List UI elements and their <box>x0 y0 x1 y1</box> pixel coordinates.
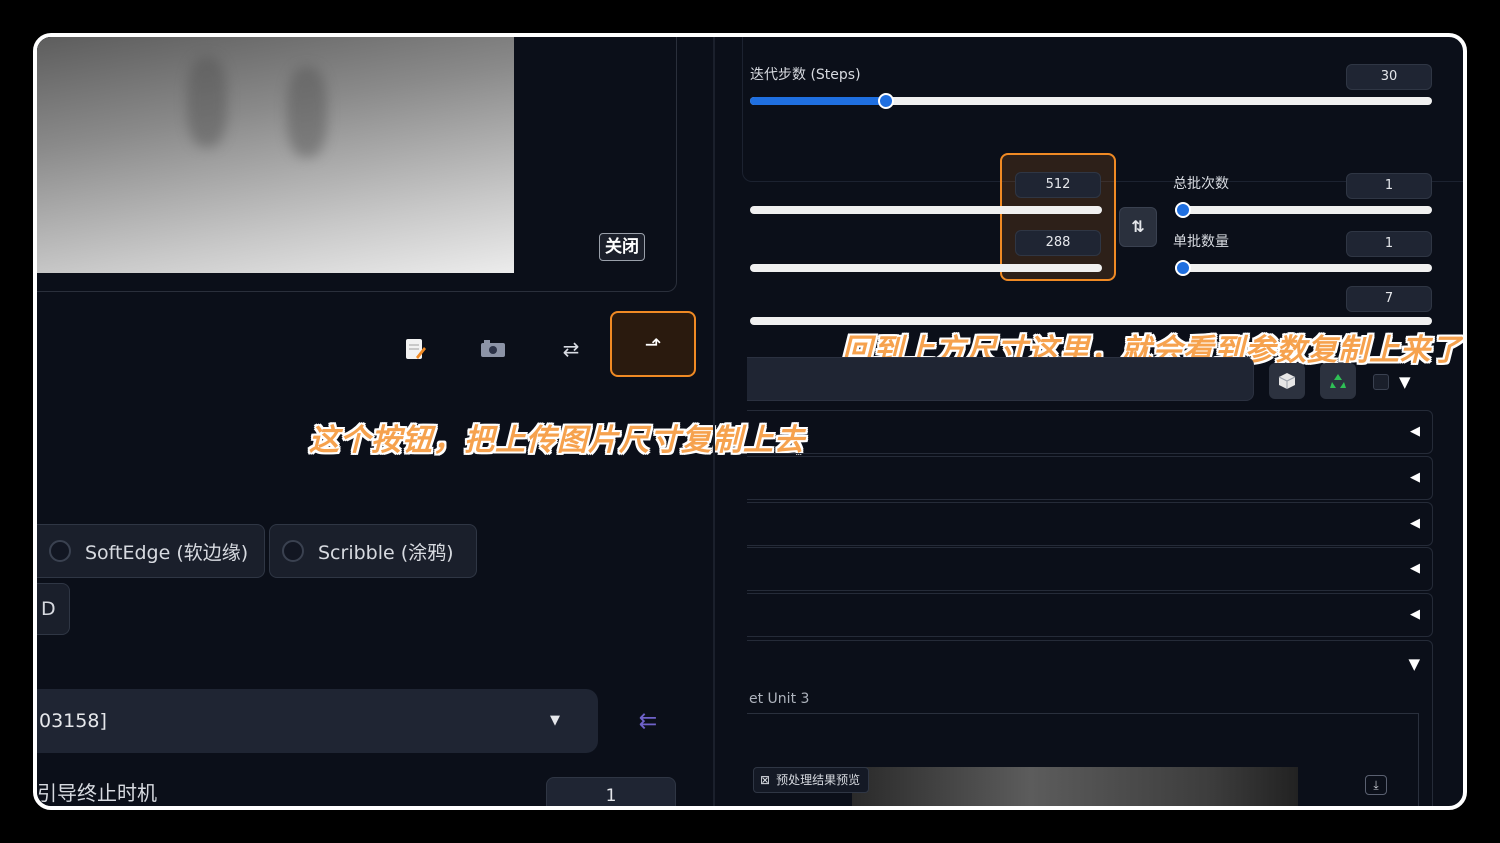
chevron-down-icon[interactable]: ▼ <box>1399 373 1411 391</box>
swap-icon[interactable]: ⇄ <box>551 329 591 369</box>
batch-size-input[interactable]: 1 <box>1346 231 1432 257</box>
steps-label: 迭代步数 (Steps) <box>750 67 861 83</box>
model-value: 03158] <box>39 710 107 732</box>
accordion-5[interactable]: ◀ <box>747 593 1433 637</box>
chevron-down-icon: ▼ <box>550 713 560 728</box>
preprocessor-preview-image <box>852 767 1298 806</box>
batch-count-slider[interactable] <box>1175 202 1432 218</box>
cfg-slider[interactable] <box>750 317 1432 325</box>
steps-slider[interactable] <box>750 93 1432 109</box>
image-upload-panel: 关闭 <box>37 37 677 292</box>
batch-count-input[interactable]: 1 <box>1346 173 1432 199</box>
steps-input[interactable]: 30 <box>1346 64 1432 90</box>
chevron-down-icon[interactable]: ▼ <box>1408 655 1420 673</box>
batch-size-label: 单批数量 <box>1173 234 1229 250</box>
chevron-left-icon: ◀ <box>1410 607 1420 622</box>
chevron-left-icon: ◀ <box>1410 424 1420 439</box>
seed-input[interactable] <box>747 357 1254 401</box>
height-slider[interactable] <box>750 264 1102 272</box>
batch-count-label: 总批次数 <box>1173 176 1229 192</box>
slider-thumb[interactable] <box>1175 260 1191 276</box>
accordion-4[interactable]: ◀ <box>747 547 1433 591</box>
copy-size-icon: ⬏ <box>644 332 662 356</box>
chevron-left-icon: ◀ <box>1410 561 1420 576</box>
dice-icon[interactable] <box>1269 363 1305 399</box>
height-input[interactable]: 288 <box>1015 230 1101 256</box>
download-icon[interactable]: ⤓ <box>1365 775 1387 795</box>
copy-image-size-button[interactable]: ⬏ <box>610 311 696 377</box>
pane-divider <box>713 37 715 806</box>
cfg-input[interactable]: 7 <box>1346 286 1432 312</box>
radio-scribble[interactable]: Scribble (涂鸦) <box>269 524 477 578</box>
batch-size-slider[interactable] <box>1175 260 1432 276</box>
controlnet-panel: 关闭 ⇄ ⬏ 这个按钮，把上传图片尺寸复制上去 SoftEdge (软边缘) S… <box>37 37 804 806</box>
radio-softedge[interactable]: SoftEdge (软边缘) <box>37 524 265 578</box>
accordion-3[interactable]: ◀ <box>747 502 1433 546</box>
radio-label: Scribble (涂鸦) <box>318 541 454 564</box>
edit-icon[interactable] <box>395 329 435 369</box>
width-slider[interactable] <box>750 206 1102 214</box>
radio-label: SoftEdge (软边缘) <box>85 541 249 564</box>
slider-thumb[interactable] <box>1175 202 1191 218</box>
annotation-left: 这个按钮，把上传图片尺寸复制上去 <box>309 423 805 458</box>
accordion-2[interactable]: ◀ <box>747 456 1433 500</box>
image-icon: ⊠ <box>760 773 771 787</box>
recycle-icon[interactable] <box>1320 363 1356 399</box>
width-input[interactable]: 512 <box>1015 172 1101 198</box>
guidance-end-label: 引导终止时机 <box>37 781 157 805</box>
preprocessor-preview-label: 预处理结果预览 <box>776 773 861 787</box>
unit-tab-label[interactable]: et Unit 3 <box>749 691 809 707</box>
radio-dot <box>49 540 71 562</box>
preprocessor-preview-tag: ⊠ 预处理结果预览 <box>753 767 870 793</box>
chevron-left-icon: ◀ <box>1410 470 1420 485</box>
accordion-1[interactable]: ◀ <box>747 410 1433 454</box>
chevron-left-icon: ◀ <box>1410 516 1420 531</box>
radio-dot <box>282 540 304 562</box>
screen-frame: 关闭 ⇄ ⬏ 这个按钮，把上传图片尺寸复制上去 SoftEdge (软边缘) S… <box>33 33 1467 810</box>
radio-partial[interactable]: D <box>37 583 70 635</box>
model-dropdown[interactable]: 03158] ▼ <box>37 689 598 753</box>
close-button[interactable]: 关闭 <box>599 233 645 261</box>
camera-icon[interactable] <box>473 329 513 369</box>
swap-dimensions-button[interactable]: ⇅ <box>1119 207 1157 247</box>
uploaded-image <box>37 37 514 273</box>
refresh-models-icon[interactable]: ⇇ <box>633 709 663 737</box>
slider-fill <box>750 97 887 105</box>
extra-seed-checkbox[interactable] <box>1373 374 1389 390</box>
guidance-end-input[interactable]: 1 <box>546 777 676 806</box>
